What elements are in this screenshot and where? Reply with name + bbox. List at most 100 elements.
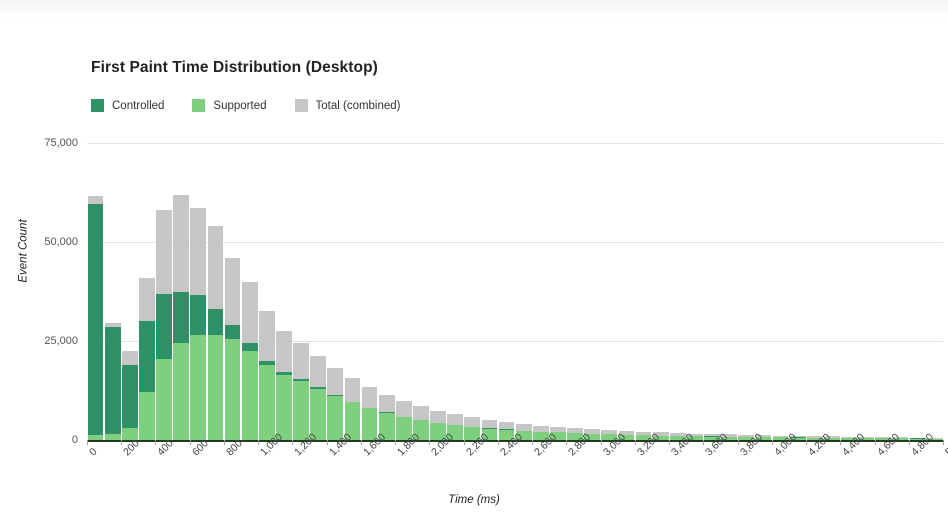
bar-segment-total xyxy=(276,330,292,373)
chart-card: First Paint Time Distribution (Desktop) … xyxy=(0,0,948,518)
bar-segment-total xyxy=(498,421,515,430)
histogram-bar[interactable] xyxy=(823,143,840,440)
histogram-bar[interactable] xyxy=(327,143,344,440)
bar-segment-total xyxy=(515,423,532,431)
histogram-bar[interactable] xyxy=(601,143,618,440)
histogram-bar[interactable] xyxy=(858,143,875,440)
bar-segment-total xyxy=(207,226,224,310)
bar-segment-supported xyxy=(241,350,258,440)
bar-segment-total xyxy=(224,257,241,326)
histogram-bar[interactable] xyxy=(481,143,498,440)
histogram-bar[interactable] xyxy=(772,143,789,440)
histogram-bar[interactable] xyxy=(704,143,721,440)
histogram-bar[interactable] xyxy=(909,143,926,440)
histogram-bar[interactable] xyxy=(926,143,943,440)
bar-segment-total xyxy=(139,277,155,322)
histogram-bar[interactable] xyxy=(121,143,138,440)
bar-segment-supported xyxy=(276,374,292,440)
histogram-bar[interactable] xyxy=(721,143,738,440)
histogram-bar[interactable] xyxy=(738,143,755,440)
bar-segment-total xyxy=(327,367,344,396)
histogram-bar[interactable] xyxy=(584,143,601,440)
bar-segment-controlled xyxy=(156,293,172,359)
histogram-bar[interactable] xyxy=(275,143,292,440)
bar-segment-total xyxy=(190,208,207,296)
bar-segment-supported xyxy=(173,342,190,440)
histogram-bar[interactable] xyxy=(789,143,806,440)
bar-segment-controlled xyxy=(121,364,138,429)
x-axis-tick-mark xyxy=(908,440,910,445)
bar-segment-total xyxy=(344,377,361,402)
histogram-bar[interactable] xyxy=(344,143,361,440)
histogram-bar[interactable] xyxy=(669,143,686,440)
x-axis-tick-mark xyxy=(566,440,568,445)
histogram-bar[interactable] xyxy=(875,143,892,440)
histogram-bar[interactable] xyxy=(173,143,190,440)
x-axis-tick-mark xyxy=(258,440,260,445)
bar-segment-total xyxy=(293,343,309,380)
histogram-bar[interactable] xyxy=(258,143,275,440)
x-axis-tick-mark xyxy=(326,440,328,445)
x-axis-tick-mark xyxy=(497,440,499,445)
bar-segment-supported xyxy=(258,364,275,440)
histogram-bar[interactable] xyxy=(892,143,909,440)
histogram-bar[interactable] xyxy=(293,143,310,440)
histogram-bar[interactable] xyxy=(686,143,703,440)
bar-segment-supported xyxy=(190,335,207,440)
histogram-bar[interactable] xyxy=(567,143,584,440)
histogram-bar[interactable] xyxy=(138,143,155,440)
bar-segment-controlled xyxy=(104,327,121,435)
histogram-bar[interactable] xyxy=(224,143,241,440)
histogram-bar[interactable] xyxy=(310,143,327,440)
bar-segment-controlled xyxy=(139,321,155,393)
x-axis-tick-mark xyxy=(292,440,294,445)
histogram-bar[interactable] xyxy=(447,143,464,440)
histogram-bar[interactable] xyxy=(430,143,447,440)
bar-segment-supported xyxy=(310,388,327,440)
x-axis-tick-label: 0 xyxy=(87,445,100,459)
x-axis-tick-mark xyxy=(840,440,842,445)
histogram-bar[interactable] xyxy=(104,143,121,440)
bar-segment-total xyxy=(258,311,275,361)
x-axis-tick-mark xyxy=(737,440,739,445)
histogram-bar[interactable] xyxy=(87,143,104,440)
x-axis-tick-mark xyxy=(429,440,431,445)
bar-segment-total xyxy=(395,401,412,417)
x-axis-tick-mark xyxy=(943,440,944,445)
bar-segment-total xyxy=(156,210,172,294)
bar-segment-supported xyxy=(327,396,344,440)
histogram-bar[interactable] xyxy=(635,143,652,440)
histogram-bar[interactable] xyxy=(806,143,823,440)
bar-segment-controlled xyxy=(207,309,224,336)
histogram-bar[interactable] xyxy=(498,143,515,440)
histogram-bar[interactable] xyxy=(156,143,173,440)
histogram-bar[interactable] xyxy=(618,143,635,440)
bar-segment-total xyxy=(481,419,498,429)
histogram-bar[interactable] xyxy=(841,143,858,440)
bar-segment-controlled xyxy=(241,343,258,351)
bar-segment-total xyxy=(464,417,481,427)
plot-area xyxy=(87,143,943,440)
histogram-bar[interactable] xyxy=(652,143,669,440)
x-axis-tick-mark xyxy=(874,440,876,445)
bar-segment-total xyxy=(173,194,190,292)
bar-segment-supported xyxy=(156,358,172,440)
x-axis-tick-mark xyxy=(532,440,534,445)
histogram-bar[interactable] xyxy=(549,143,566,440)
histogram-bar[interactable] xyxy=(515,143,532,440)
bar-segment-total xyxy=(121,350,138,365)
x-axis-tick-mark xyxy=(806,440,808,445)
histogram-bar[interactable] xyxy=(755,143,772,440)
histogram-bar[interactable] xyxy=(532,143,549,440)
histogram-bar[interactable] xyxy=(190,143,207,440)
histogram-bar[interactable] xyxy=(378,143,395,440)
x-axis-tick-mark xyxy=(600,440,602,445)
x-axis-tick-labels: 0 200 400 600 800 1,000 1,200 1,400 1,600 1,800 2,… xyxy=(87,431,948,492)
histogram-bar[interactable] xyxy=(361,143,378,440)
histogram-bar[interactable] xyxy=(241,143,258,440)
histogram-bar[interactable] xyxy=(412,143,429,440)
histogram-bar[interactable] xyxy=(395,143,412,440)
histogram-bar[interactable] xyxy=(464,143,481,440)
bar-segment-total xyxy=(361,387,378,408)
histogram-bar[interactable] xyxy=(207,143,224,440)
